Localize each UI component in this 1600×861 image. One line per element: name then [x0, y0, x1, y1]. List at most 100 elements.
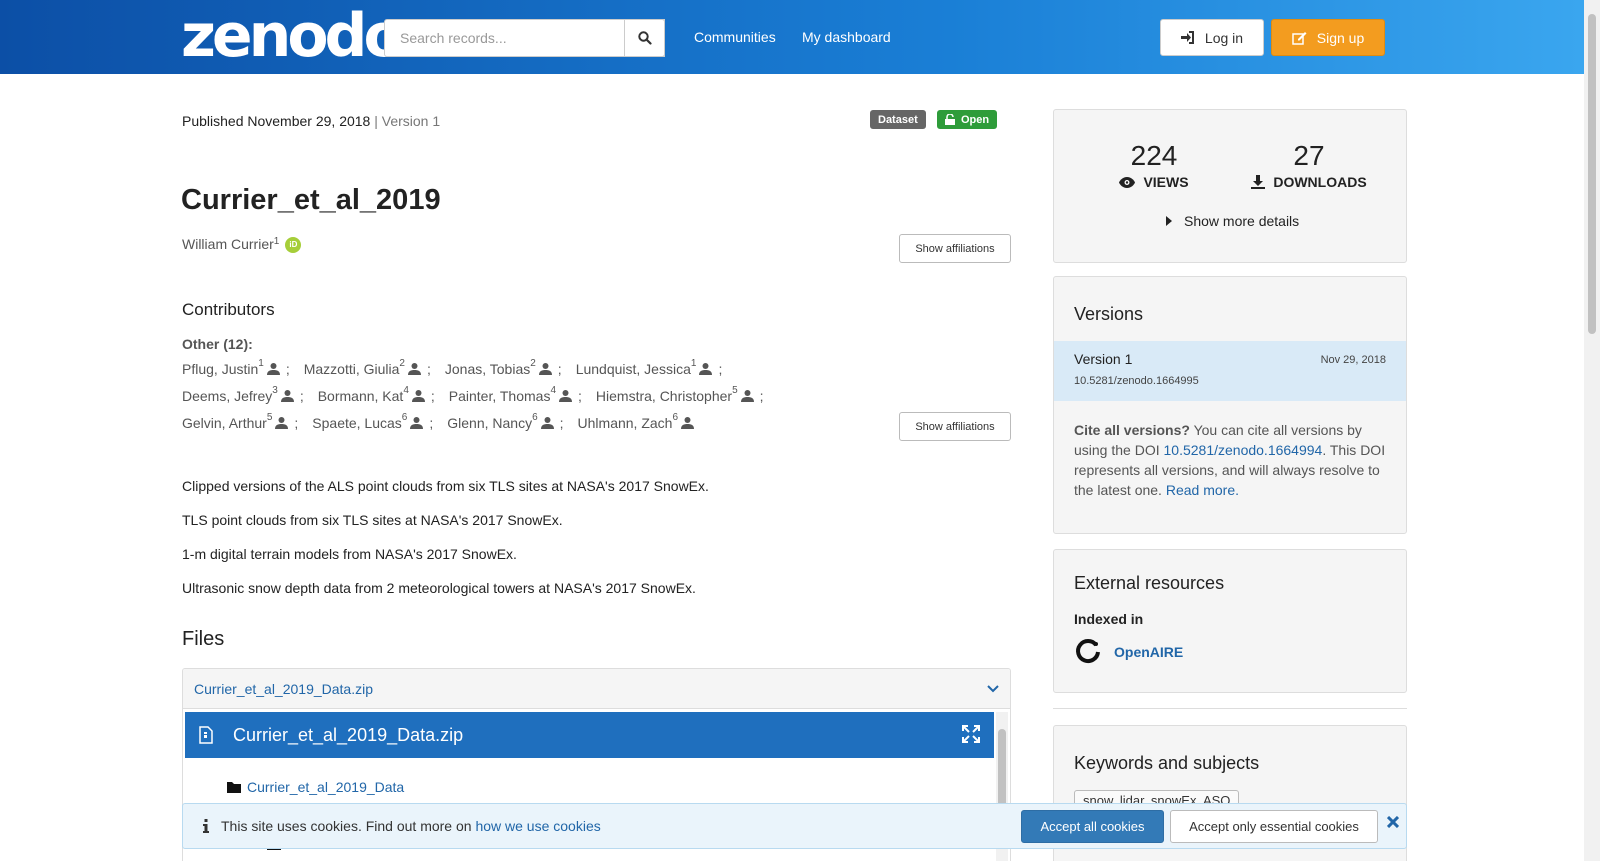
- contributor[interactable]: Deems, Jefrey 3: [182, 385, 294, 404]
- tree-folder[interactable]: Currier_et_al_2019_Data: [227, 779, 404, 795]
- person-icon: [407, 363, 421, 375]
- views-label: VIEWS: [1143, 174, 1189, 190]
- file-link[interactable]: Currier_et_al_2019_Data.zip: [194, 681, 373, 697]
- keywords-heading: Keywords and subjects: [1074, 753, 1260, 773]
- openaire-link[interactable]: OpenAIRE: [1074, 638, 1183, 666]
- read-more-link[interactable]: Read more.: [1166, 482, 1239, 498]
- openaire-icon: [1076, 639, 1100, 664]
- person-icon: [411, 390, 425, 402]
- person-icon: [266, 363, 280, 375]
- person-icon: [280, 390, 294, 402]
- separator: |: [374, 113, 382, 129]
- sign-in-icon: [1180, 31, 1194, 44]
- contributor[interactable]: Uhlmann, Zach 6: [578, 412, 695, 431]
- preview-scroll-thumb[interactable]: [998, 729, 1006, 809]
- tree-folder-link[interactable]: Currier_et_al_2019_Data: [247, 779, 404, 795]
- concept-doi-link[interactable]: 10.5281/zenodo.1664994: [1164, 442, 1323, 458]
- contributor[interactable]: Bormann, Kat 4: [318, 385, 425, 404]
- login-button[interactable]: Log in: [1160, 19, 1264, 56]
- contributor[interactable]: Pflug, Justin 1: [182, 358, 280, 377]
- cite-all-versions: Cite all versions? You can cite all vers…: [1074, 422, 1386, 498]
- published-date: Published November 29, 2018: [182, 113, 371, 129]
- version-entry-date: Nov 29, 2018: [1320, 354, 1386, 366]
- creator: William Currier 1 iD: [182, 236, 302, 253]
- caret-right-icon: [1166, 216, 1172, 226]
- file-panel-header[interactable]: Currier_et_al_2019_Data.zip: [183, 669, 1010, 709]
- contributors-heading: Contributors: [182, 300, 275, 319]
- versions-heading: Versions: [1074, 304, 1144, 324]
- external-resources-heading: External resources: [1074, 573, 1225, 593]
- contributor[interactable]: Lundquist, Jessica 1: [576, 358, 713, 377]
- top-navbar: zenodo Search records... Communities My …: [0, 0, 1584, 74]
- indexed-in-label: Indexed in: [1074, 611, 1144, 627]
- person-icon: [410, 417, 424, 429]
- signup-label: Sign up: [1316, 29, 1365, 46]
- record-title: Currier_et_al_2019: [181, 184, 441, 216]
- show-affiliations-button[interactable]: Show affiliations: [899, 234, 1011, 263]
- search-input[interactable]: Search records...: [384, 19, 665, 57]
- page-scroll-thumb[interactable]: [1588, 14, 1596, 334]
- zenodo-logo[interactable]: zenodo: [181, 6, 405, 66]
- accept-essential-cookies-button[interactable]: Accept only essential cookies: [1170, 810, 1378, 843]
- divider: [1053, 708, 1407, 709]
- contributor[interactable]: Glenn, Nancy 6: [447, 412, 554, 431]
- cookie-banner: This site uses cookies. Find out more on…: [182, 803, 1407, 849]
- contributor[interactable]: Spaete, Lucas 6: [312, 412, 424, 431]
- files-heading: Files: [182, 628, 225, 650]
- description-paragraph: 1-m digital terrain models from NASA's 2…: [182, 546, 517, 562]
- info-icon: [203, 819, 209, 833]
- description-paragraph: Ultrasonic snow depth data from 2 meteor…: [182, 580, 696, 596]
- contributor[interactable]: Painter, Thomas 4: [449, 385, 573, 404]
- close-icon[interactable]: [1387, 816, 1399, 828]
- open-label: Open: [961, 113, 990, 126]
- file-archive-icon: [199, 726, 213, 744]
- contributors-row-3: Gelvin, Arthur 5; Spaete, Lucas 6; Glenn, …: [182, 412, 695, 431]
- version-entry-label[interactable]: Version 1: [1074, 351, 1132, 367]
- other-contributors-label: Other (12):: [182, 336, 253, 352]
- dataset-badge: Dataset: [870, 110, 926, 129]
- signup-button[interactable]: Sign up: [1271, 19, 1385, 56]
- version-entry[interactable]: Version 1 Nov 29, 2018 10.5281/zenodo.16…: [1054, 341, 1406, 401]
- orcid-icon[interactable]: iD: [285, 237, 302, 253]
- nav-communities[interactable]: Communities: [694, 29, 776, 45]
- person-icon: [699, 363, 713, 375]
- accept-all-cookies-button[interactable]: Accept all cookies: [1021, 810, 1164, 843]
- contributors-row-2: Deems, Jefrey 3; Bormann, Kat 4; Painter, …: [182, 385, 764, 404]
- more-details-label: Show more details: [1184, 213, 1300, 229]
- search-button[interactable]: [624, 19, 665, 57]
- folder-icon: [227, 782, 241, 793]
- person-icon: [559, 390, 573, 402]
- contributor[interactable]: Hiemstra, Christopher 5: [596, 385, 754, 404]
- stats-card: 224 VIEWS 27 DOWNLOADS Show more details: [1053, 109, 1407, 263]
- show-contributor-affiliations-button[interactable]: Show affiliations: [899, 412, 1011, 441]
- contributors-row-1: Pflug, Justin 1; Mazzotti, Giulia 2; Jonas…: [182, 358, 723, 377]
- show-more-details-toggle[interactable]: Show more details: [1166, 213, 1299, 229]
- creator-affiliation: 1: [273, 236, 280, 247]
- versions-card: Versions Version 1 Nov 29, 2018 10.5281/…: [1053, 276, 1407, 534]
- fullscreen-icon[interactable]: [962, 725, 980, 743]
- nav-my-dashboard[interactable]: My dashboard: [802, 29, 891, 45]
- contributor[interactable]: Gelvin, Arthur 5: [182, 412, 289, 431]
- chevron-down-icon[interactable]: [987, 684, 999, 693]
- description-paragraph: Clipped versions of the ALS point clouds…: [182, 478, 709, 494]
- cookie-policy-link[interactable]: how we use cookies: [475, 818, 600, 834]
- version-label: Version 1: [381, 113, 441, 129]
- search-icon: [637, 31, 652, 45]
- downloads-stat: 27 DOWNLOADS: [1244, 140, 1374, 190]
- views-count: 224: [1130, 140, 1178, 171]
- login-label: Log in: [1204, 29, 1244, 46]
- file-preview-bar: Currier_et_al_2019_Data.zip: [185, 712, 994, 758]
- person-icon: [740, 390, 754, 402]
- external-resources-card: External resources Indexed in OpenAIRE: [1053, 549, 1407, 693]
- preview-file-name: Currier_et_al_2019_Data.zip: [233, 724, 464, 745]
- publication-info: Published November 29, 2018 | Version 1: [182, 113, 440, 129]
- contributor[interactable]: Mazzotti, Giulia 2: [304, 358, 421, 377]
- creator-name[interactable]: William Currier: [182, 236, 274, 252]
- cite-bold: Cite all versions?: [1074, 422, 1190, 438]
- description-paragraph: TLS point clouds from six TLS sites at N…: [182, 512, 563, 528]
- person-icon: [540, 417, 554, 429]
- contributor[interactable]: Jonas, Tobias 2: [445, 358, 552, 377]
- person-icon: [275, 417, 289, 429]
- download-icon: [1251, 175, 1266, 189]
- openaire-label[interactable]: OpenAIRE: [1114, 644, 1183, 660]
